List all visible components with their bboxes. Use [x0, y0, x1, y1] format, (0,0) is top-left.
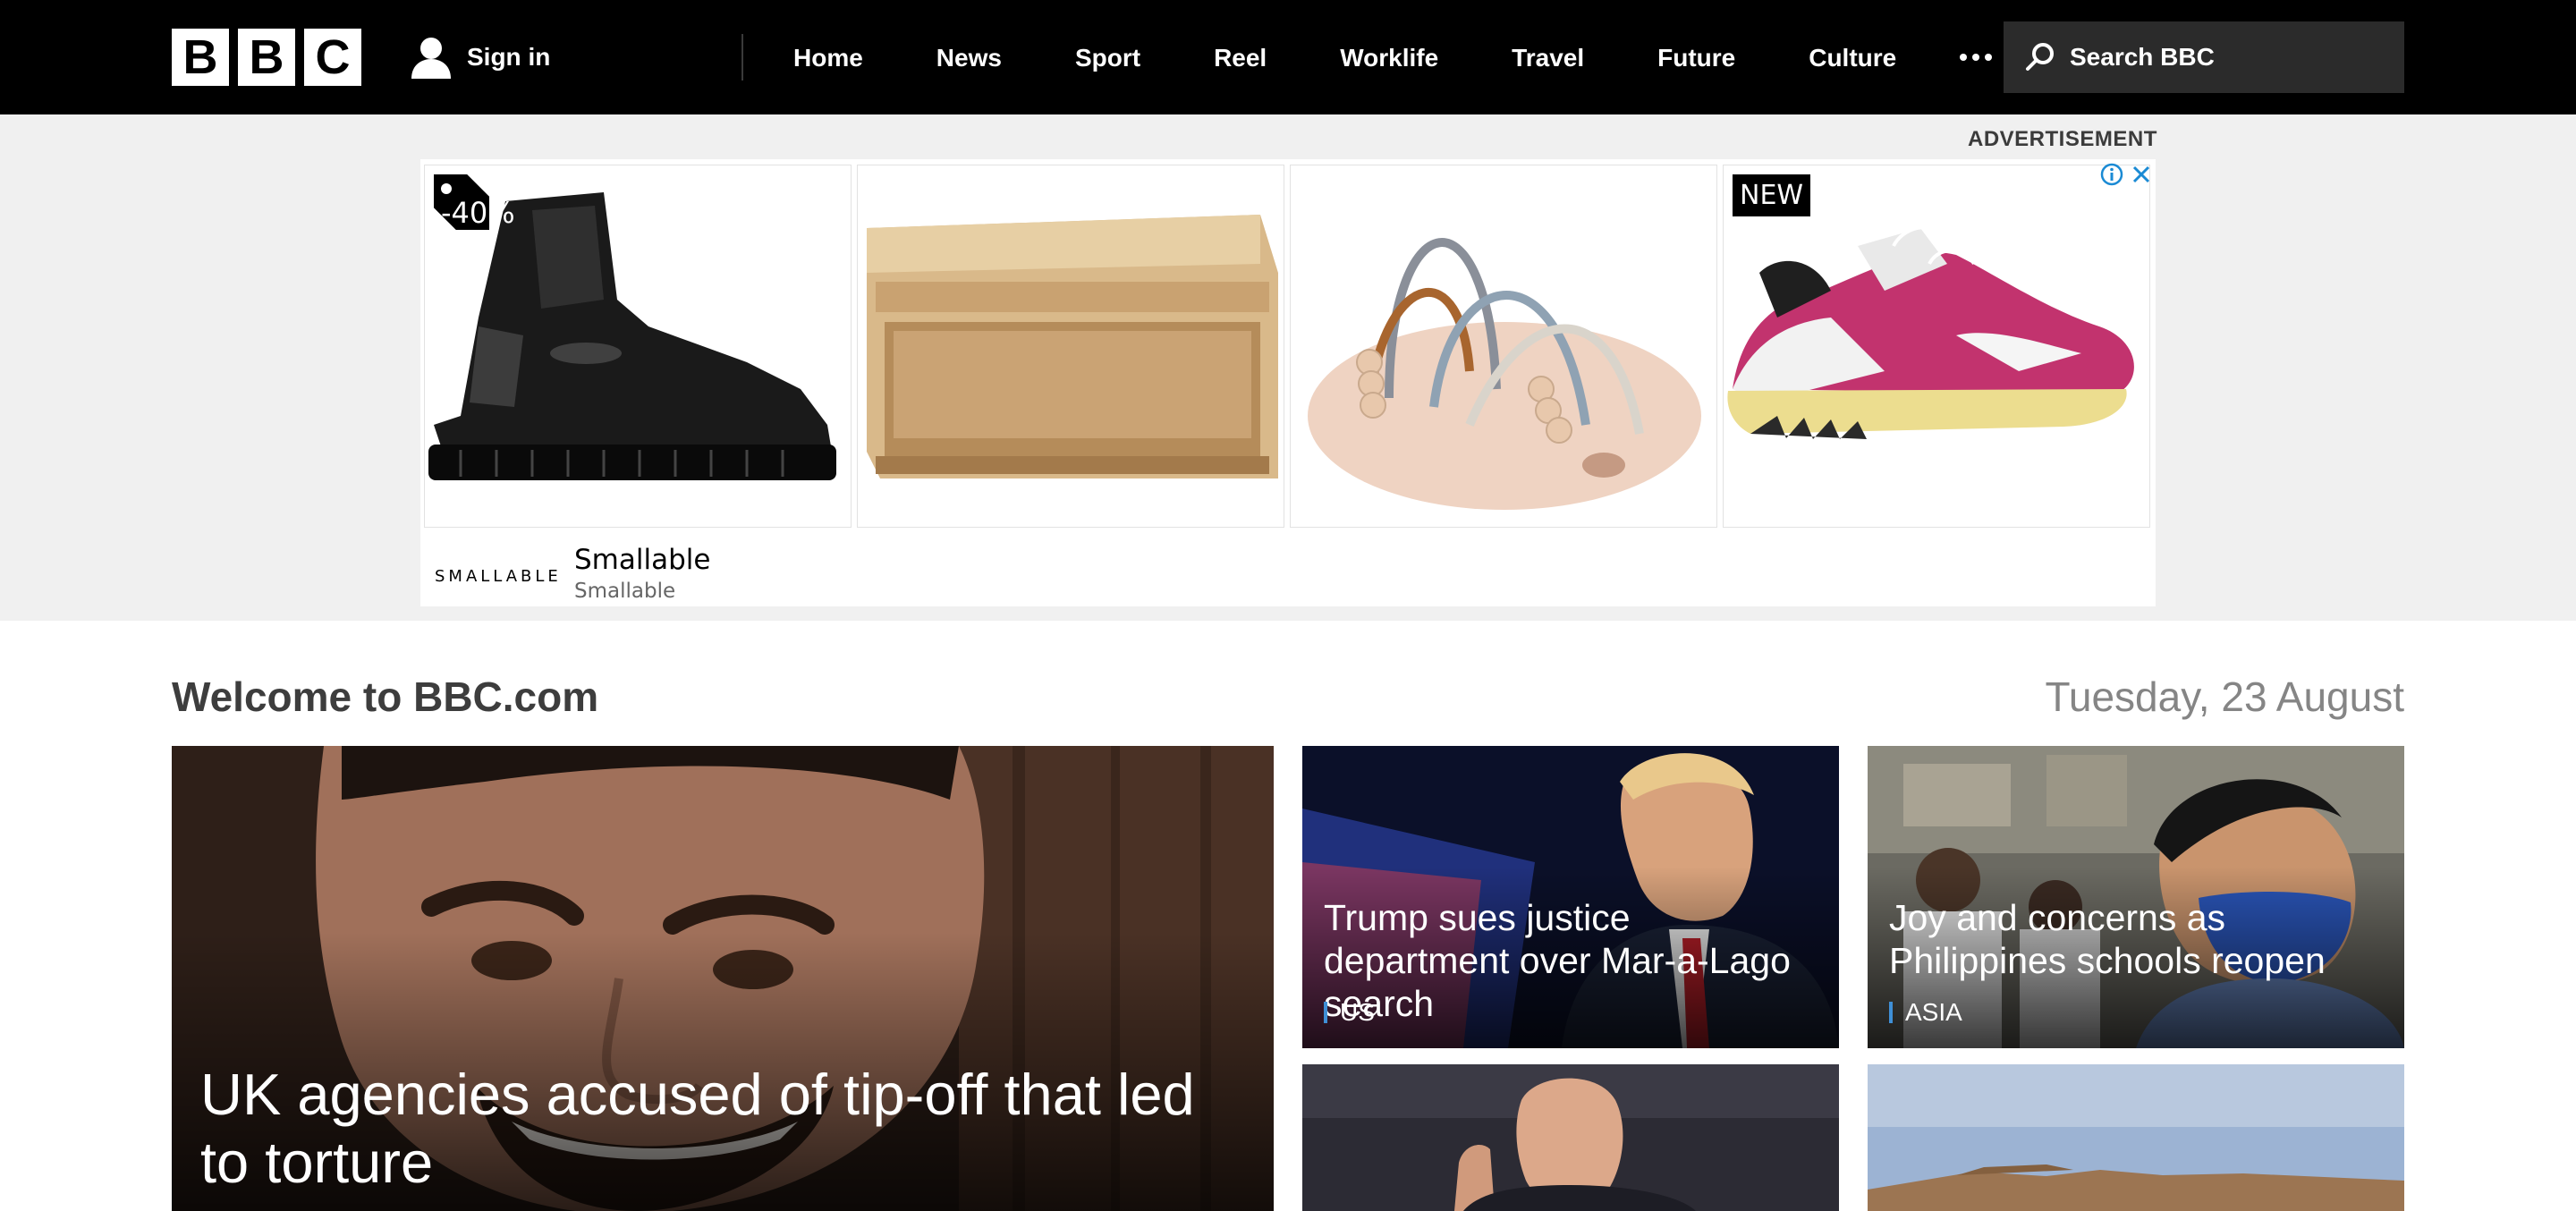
more-dot-icon [1985, 54, 1993, 61]
top-navigation-bar: B B C Sign in Home News Sport Reel Workl… [0, 0, 2576, 114]
ad-product-sneaker[interactable]: NEW [1723, 165, 2150, 528]
advertisement-band: ADVERTISEMENT -40% NEW SMALLABLE Smallab… [0, 114, 2576, 621]
wooden-shelf-image [858, 165, 1284, 527]
nav-item-news[interactable]: News [900, 0, 1038, 114]
wooden-bead-maze-toy-image [1291, 165, 1716, 527]
new-badge: NEW [1733, 174, 1811, 216]
ad-product-shelf[interactable] [857, 165, 1284, 528]
smallable-logo: SMALLABLE [435, 567, 562, 586]
section-bar-icon [1324, 1002, 1327, 1023]
advertisement-label: ADVERTISEMENT [1968, 127, 2157, 151]
nav-item-reel[interactable]: Reel [1177, 0, 1303, 114]
search-placeholder: Search BBC [2070, 43, 2215, 71]
more-dot-icon [1972, 54, 1980, 61]
football-manager-photo [1302, 1064, 1839, 1211]
section-tag-us[interactable]: US [1324, 998, 1375, 1027]
story-tile-landscape[interactable] [1868, 1064, 2404, 1211]
pink-sneaker-image [1724, 165, 2149, 527]
info-icon[interactable] [2100, 163, 2123, 186]
nav-item-sport[interactable]: Sport [1038, 0, 1177, 114]
nav-item-culture[interactable]: Culture [1772, 0, 1933, 114]
close-icon[interactable] [2131, 164, 2152, 185]
page-title: Welcome to BBC.com [172, 673, 599, 720]
ad-brand-title[interactable]: Smallable [574, 544, 710, 576]
sign-in-button[interactable]: Sign in [408, 32, 550, 82]
philippines-story-headline[interactable]: Joy and concerns as Philippines schools … [1889, 896, 2390, 982]
main-nav: Home News Sport Reel Worklife Travel Fut… [757, 0, 2019, 114]
nav-item-worklife[interactable]: Worklife [1303, 0, 1475, 114]
ad-product-boot[interactable]: -40% [424, 165, 852, 528]
nav-divider [741, 34, 743, 80]
ad-brand-subtitle: Smallable [574, 580, 676, 603]
lead-story[interactable]: UK agencies accused of tip-off that led … [172, 746, 1274, 1211]
search-icon [2026, 43, 2054, 71]
sign-in-label: Sign in [467, 43, 551, 71]
section-label: US [1340, 998, 1375, 1026]
section-bar-icon [1889, 1002, 1893, 1023]
advertisement-unit[interactable]: -40% NEW SMALLABLE Smallable Smallable [420, 159, 2156, 606]
search-box[interactable]: Search BBC [2004, 21, 2404, 93]
bbc-logo[interactable]: B B C [172, 29, 361, 86]
badge-dot-icon [441, 183, 452, 194]
user-icon [411, 38, 451, 79]
story-tile-trump[interactable]: Trump sues justice department over Mar-a… [1302, 746, 1839, 1048]
nav-item-travel[interactable]: Travel [1475, 0, 1621, 114]
ad-footer[interactable]: SMALLABLE Smallable Smallable [420, 531, 2156, 606]
section-label: ASIA [1905, 998, 1962, 1026]
story-tile-philippines[interactable]: Joy and concerns as Philippines schools … [1868, 746, 2404, 1048]
logo-letter: C [304, 29, 361, 86]
page-date: Tuesday, 23 August [2045, 673, 2405, 720]
logo-letter: B [238, 29, 295, 86]
nav-item-future[interactable]: Future [1621, 0, 1772, 114]
nav-item-home[interactable]: Home [757, 0, 900, 114]
sale-badge-text: -40% [441, 196, 515, 230]
section-tag-asia[interactable]: ASIA [1889, 998, 1962, 1027]
ad-choices[interactable] [2100, 163, 2152, 186]
ad-product-bead-toy[interactable] [1290, 165, 1717, 528]
logo-letter: B [172, 29, 229, 86]
more-dot-icon [1960, 54, 1968, 61]
ancient-ruins-photo [1868, 1064, 2404, 1211]
story-tile-football[interactable] [1302, 1064, 1839, 1211]
trump-story-headline[interactable]: Trump sues justice department over Mar-a… [1324, 896, 1825, 1025]
lead-story-headline[interactable]: UK agencies accused of tip-off that led … [200, 1061, 1256, 1197]
